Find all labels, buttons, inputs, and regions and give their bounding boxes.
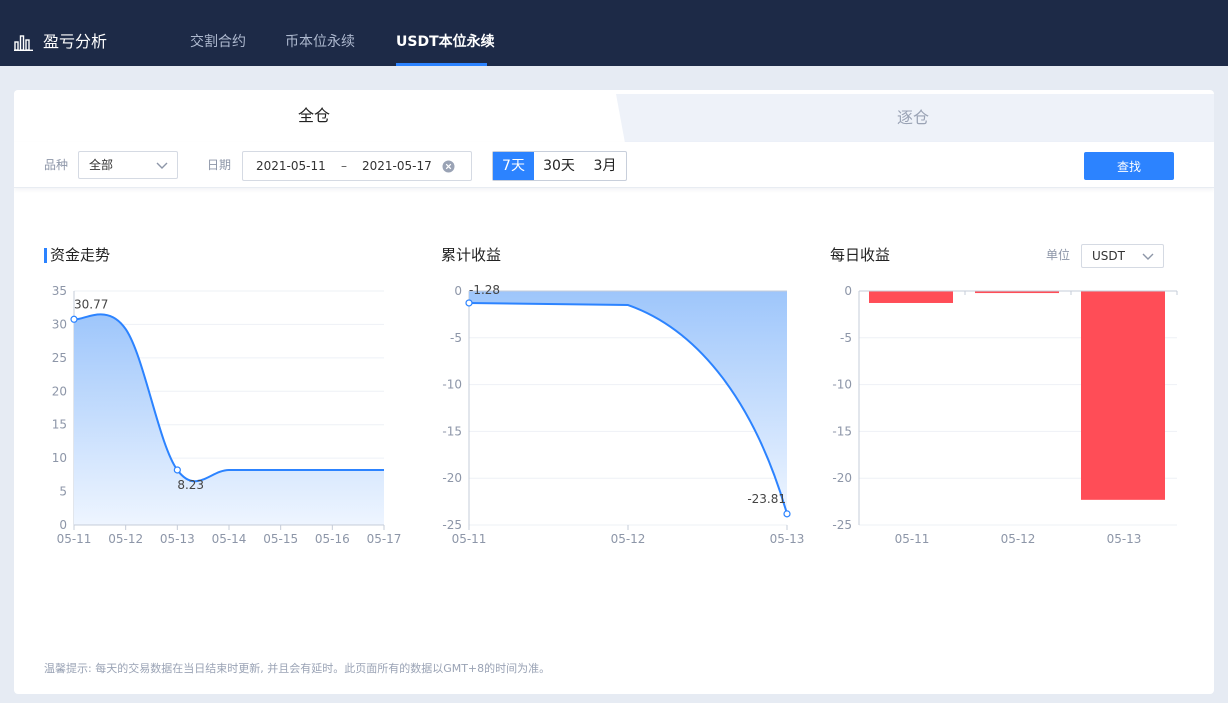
page-title: 盈亏分析 — [43, 32, 108, 51]
fund-area — [74, 314, 384, 525]
tab-delivery-contract[interactable]: 交割合约 — [190, 32, 246, 52]
y-tick-label: 20 — [52, 384, 67, 398]
y-tick-label: -20 — [442, 471, 462, 485]
top-navigation-bar: 盈亏分析 交割合约 币本位永续 USDT本位永续 — [0, 0, 1228, 66]
y-tick-label: 0 — [59, 518, 67, 532]
tab-coin-margined-perpetual[interactable]: 币本位永续 — [285, 32, 355, 52]
y-tick-label: 25 — [52, 351, 67, 365]
y-tick-label: -15 — [832, 424, 852, 438]
x-tick-label: 05-16 — [315, 532, 350, 546]
x-tick-label: 05-13 — [770, 532, 805, 546]
data-label: 30.77 — [74, 297, 108, 311]
data-label: -1.28 — [469, 283, 500, 297]
x-tick-label: 05-13 — [160, 532, 195, 546]
y-tick-label: 10 — [52, 451, 67, 465]
bar — [1081, 291, 1165, 500]
x-tick-label: 05-12 — [108, 532, 143, 546]
data-point — [173, 466, 181, 474]
y-tick-label: 15 — [52, 418, 67, 432]
y-tick-label: 35 — [52, 284, 67, 298]
tab-usdt-margined-perpetual[interactable]: USDT本位永续 — [396, 32, 495, 52]
y-tick-label: -5 — [840, 331, 852, 345]
y-tick-label: 30 — [52, 317, 67, 331]
bar — [869, 291, 953, 303]
x-tick-label: 05-14 — [212, 532, 247, 546]
data-label: -23.81 — [747, 492, 786, 506]
data-point — [465, 299, 473, 307]
data-label: 8.23 — [177, 478, 204, 492]
y-tick-label: -10 — [442, 378, 462, 392]
x-tick-label: 05-15 — [263, 532, 298, 546]
x-tick-label: 05-11 — [895, 532, 930, 546]
y-tick-label: 0 — [454, 284, 462, 298]
y-tick-label: -15 — [442, 424, 462, 438]
y-tick-label: -5 — [450, 331, 462, 345]
bar-chart-icon — [14, 35, 33, 51]
x-tick-label: 05-12 — [611, 532, 646, 546]
footnote: 温馨提示: 每天的交易数据在当日结束时更新, 并且会有延时。此页面所有的数据以G… — [44, 662, 551, 675]
y-tick-label: -20 — [832, 471, 852, 485]
main-card: 全仓 逐仓 品种 全部 日期 2021-05-11 – 2021-05-17 7… — [14, 90, 1214, 694]
brand: 盈亏分析 — [14, 31, 107, 53]
data-point — [70, 315, 78, 323]
daily-pnl-chart: -25 -20 -15 -10 -5 0 05-11 05-12 05-13 — [832, 284, 1178, 546]
x-tick-label: 05-17 — [367, 532, 402, 546]
data-point — [783, 510, 791, 518]
x-tick-label: 05-11 — [452, 532, 487, 546]
y-tick-label: -25 — [442, 518, 462, 532]
active-tab-indicator — [396, 63, 487, 66]
y-tick-label: -10 — [832, 378, 852, 392]
x-tick-label: 05-13 — [1107, 532, 1142, 546]
y-tick-label: 0 — [844, 284, 852, 298]
fund-trend-chart: 0 5 10 15 20 25 30 35 05-11 05-12 05-13 05-14 05-15 0… — [52, 284, 402, 546]
x-tick-label: 05-11 — [57, 532, 92, 546]
y-tick-label: 5 — [59, 485, 67, 499]
y-tick-label: -25 — [832, 518, 852, 532]
x-tick-label: 05-12 — [1001, 532, 1036, 546]
cumulative-pnl-chart: -25 -20 -15 -10 -5 0 05-11 05-12 05-13 -1.28 -23.8… — [442, 283, 805, 546]
